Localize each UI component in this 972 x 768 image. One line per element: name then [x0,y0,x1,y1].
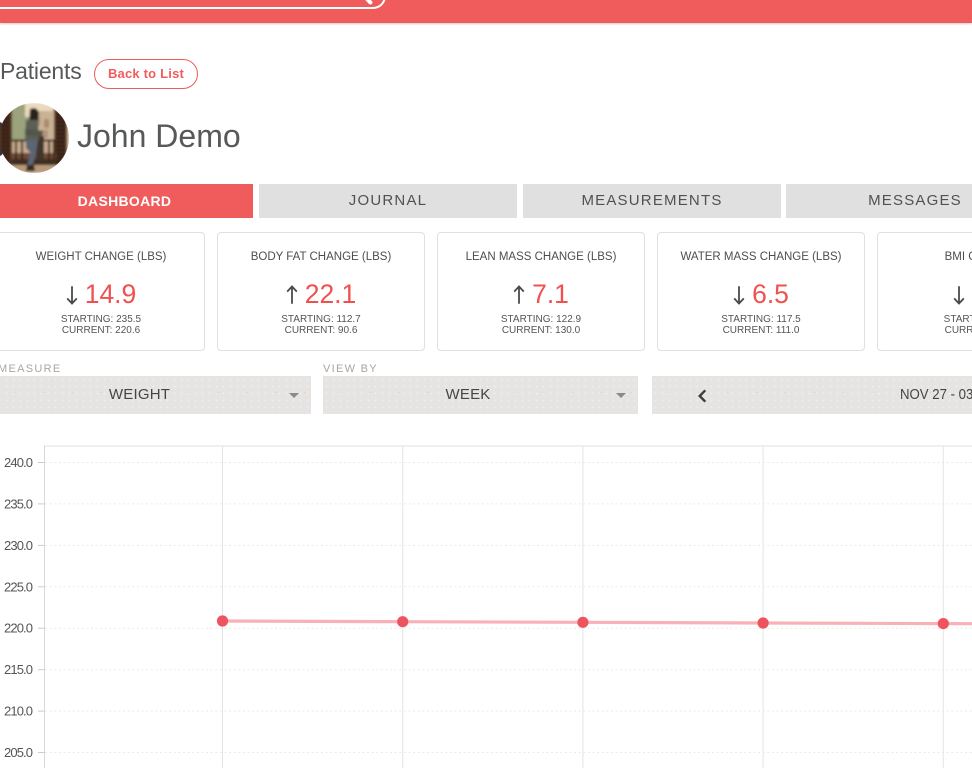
svg-text:235.0: 235.0 [4,496,33,511]
svg-text:205.0: 205.0 [4,745,33,760]
svg-text:210.0: 210.0 [4,704,33,719]
svg-text:230.0: 230.0 [4,538,33,553]
svg-text:240.0: 240.0 [4,455,33,470]
svg-text:215.0: 215.0 [4,662,33,677]
svg-text:225.0: 225.0 [4,579,33,594]
svg-text:220.0: 220.0 [4,621,33,636]
